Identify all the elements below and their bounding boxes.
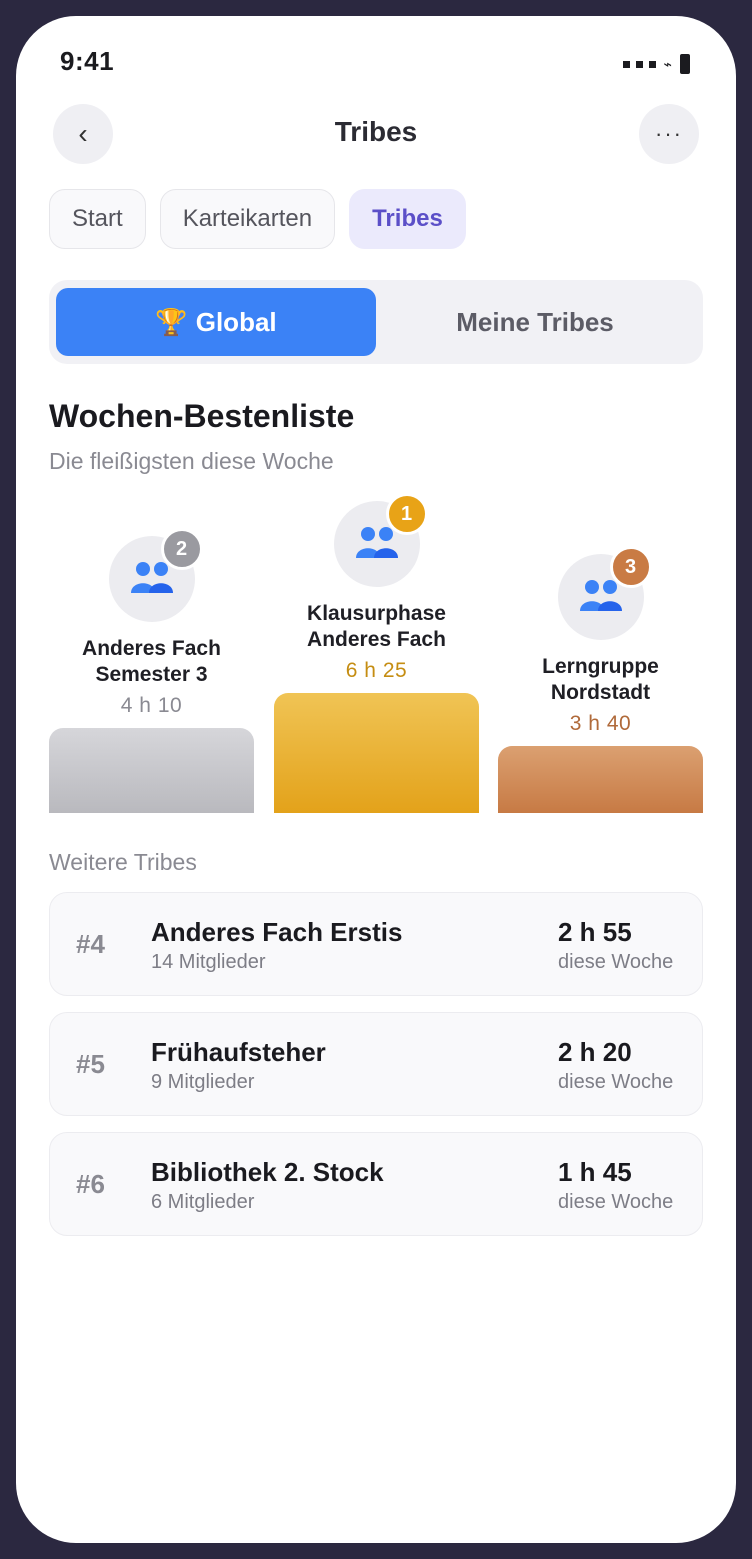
podium-bar-third: [498, 746, 703, 813]
leaderboard-subtitle: Die fleißigsten diese Woche: [49, 448, 334, 474]
list-rank: #5: [76, 1049, 105, 1079]
list-rank: #4: [76, 929, 105, 959]
signal-icon: [648, 60, 656, 68]
tribe-avatar: 2: [108, 528, 203, 622]
page-title: Tribes: [334, 116, 418, 147]
trophy-icon: 🏆: [155, 306, 188, 337]
group-icon: [130, 560, 174, 599]
segment-global[interactable]: 🏆 Global: [56, 288, 376, 356]
group-icon: [579, 578, 623, 617]
group-icon: [355, 525, 399, 564]
list-period: diese Woche: [558, 951, 674, 973]
list-name: Anderes Fach Erstis: [151, 917, 403, 947]
signal-icon: [635, 60, 643, 68]
podium-time: 6 h 25: [345, 659, 408, 682]
podium-bar-second: [49, 728, 254, 813]
podium-name-line2: Anderes Fach: [307, 628, 446, 651]
list-period: diese Woche: [558, 1191, 674, 1213]
list-members: 6 Mitglieder: [151, 1191, 255, 1213]
podium-name-line2: Nordstadt: [550, 681, 651, 704]
podium-name-line1: Klausurphase: [307, 602, 446, 625]
list-time: 2 h 55: [558, 917, 632, 947]
tab-start[interactable]: Start: [49, 189, 146, 249]
podium-second[interactable]: 2 Anderes Fach Semester 3 4 h 10: [49, 528, 254, 718]
phone-screen: 9:41 ⌁ ‹ Tribes ··· Start Karteikarten T…: [16, 16, 736, 1543]
status-time: 9:41: [60, 46, 115, 76]
tribe-avatar: 1: [333, 493, 428, 587]
tab-tribes[interactable]: Tribes: [349, 189, 466, 249]
tab-karteikarten[interactable]: Karteikarten: [159, 189, 336, 249]
list-name: Frühaufsteher: [151, 1037, 326, 1067]
podium-first[interactable]: 1 Klausurphase Anderes Fach 6 h 25: [274, 493, 479, 683]
podium-name-line2: Semester 3: [95, 663, 208, 686]
segment-global-label: Global: [195, 306, 277, 337]
more-tribes-label: Weitere Tribes: [49, 849, 197, 875]
rank-badge: 3: [609, 546, 652, 588]
list-name: Bibliothek 2. Stock: [151, 1157, 384, 1187]
podium-name-line1: Anderes Fach: [82, 637, 221, 660]
tab-bar: Start Karteikarten Tribes: [49, 189, 466, 249]
podium-time: 4 h 10: [120, 694, 183, 717]
rank-badge: 1: [385, 493, 428, 535]
status-icons: ⌁: [622, 54, 690, 74]
list-time: 2 h 20: [558, 1037, 632, 1067]
podium-bar-first: [274, 693, 479, 813]
list-item[interactable]: #5 Frühaufsteher 9 Mitglieder 2 h 20 die…: [49, 1012, 703, 1116]
more-icon: ···: [655, 121, 683, 146]
segment-meine-tribes[interactable]: Meine Tribes: [375, 288, 695, 356]
wifi-icon: ⌁: [663, 55, 672, 72]
scope-segmented-control: 🏆 Global Meine Tribes: [49, 280, 703, 364]
more-button[interactable]: ···: [639, 104, 699, 164]
list-time: 1 h 45: [558, 1157, 632, 1187]
rank-badge: 2: [160, 528, 203, 570]
list-members: 14 Mitglieder: [151, 951, 266, 973]
podium-third[interactable]: 3 Lerngruppe Nordstadt 3 h 40: [498, 546, 703, 736]
list-item[interactable]: #4 Anderes Fach Erstis 14 Mitglieder 2 h…: [49, 892, 703, 996]
list-rank: #6: [76, 1169, 105, 1199]
list-item[interactable]: #6 Bibliothek 2. Stock 6 Mitglieder 1 h …: [49, 1132, 703, 1236]
podium-name-line1: Lerngruppe: [542, 655, 659, 678]
leaderboard-title: Wochen-Bestenliste: [49, 398, 355, 434]
podium-time: 3 h 40: [569, 712, 632, 735]
battery-icon: [680, 54, 690, 74]
list-period: diese Woche: [558, 1071, 674, 1093]
tribe-avatar: 3: [557, 546, 652, 640]
signal-icon: [622, 60, 630, 68]
list-members: 9 Mitglieder: [151, 1071, 255, 1093]
